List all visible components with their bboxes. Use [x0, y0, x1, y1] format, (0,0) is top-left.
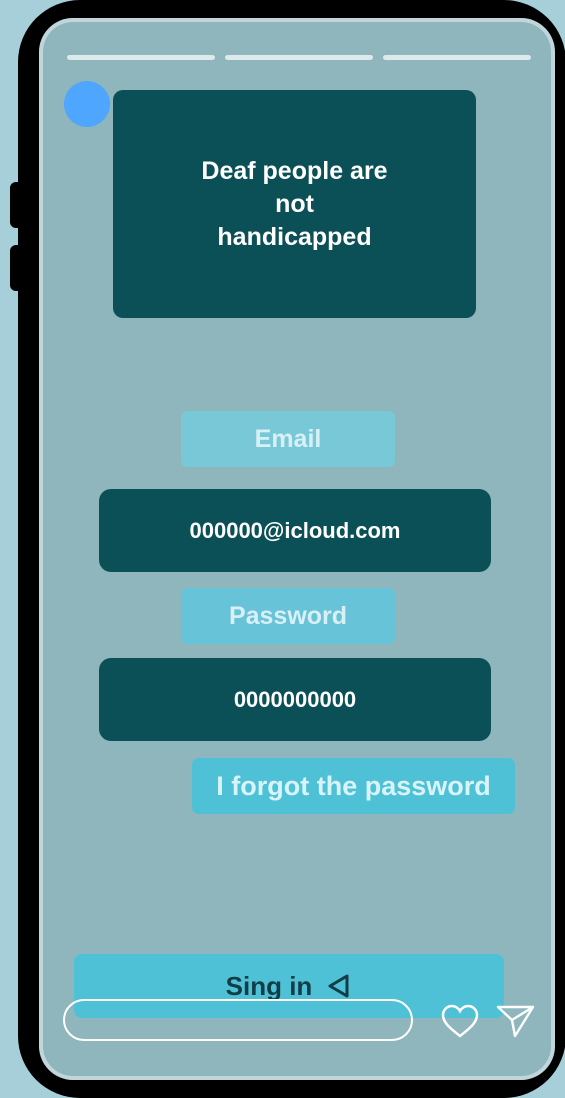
phone-screen: Deaf people are not handicapped Email Pa… — [39, 18, 555, 1080]
password-input[interactable] — [99, 658, 491, 741]
story-progress-segment — [67, 55, 215, 60]
sign-in-button-label: Sing in — [225, 970, 313, 1001]
password-label: Password — [181, 588, 395, 644]
email-input[interactable] — [99, 489, 491, 572]
send-icon[interactable] — [494, 1003, 537, 1039]
message-input[interactable] — [63, 999, 413, 1041]
headline-text: Deaf people are not handicapped — [201, 156, 388, 251]
story-progress-bar — [67, 55, 531, 60]
phone-mockup: Deaf people are not handicapped Email Pa… — [0, 0, 565, 1098]
forgot-password-button[interactable]: I forgot the password — [192, 758, 515, 814]
headline-card: Deaf people are not handicapped — [113, 90, 476, 318]
back-arrow-icon — [328, 974, 349, 998]
email-label: Email — [181, 411, 395, 467]
heart-icon[interactable] — [439, 1003, 481, 1039]
story-progress-segment — [225, 55, 373, 60]
profile-avatar[interactable] — [64, 81, 110, 127]
story-progress-segment — [383, 55, 531, 60]
